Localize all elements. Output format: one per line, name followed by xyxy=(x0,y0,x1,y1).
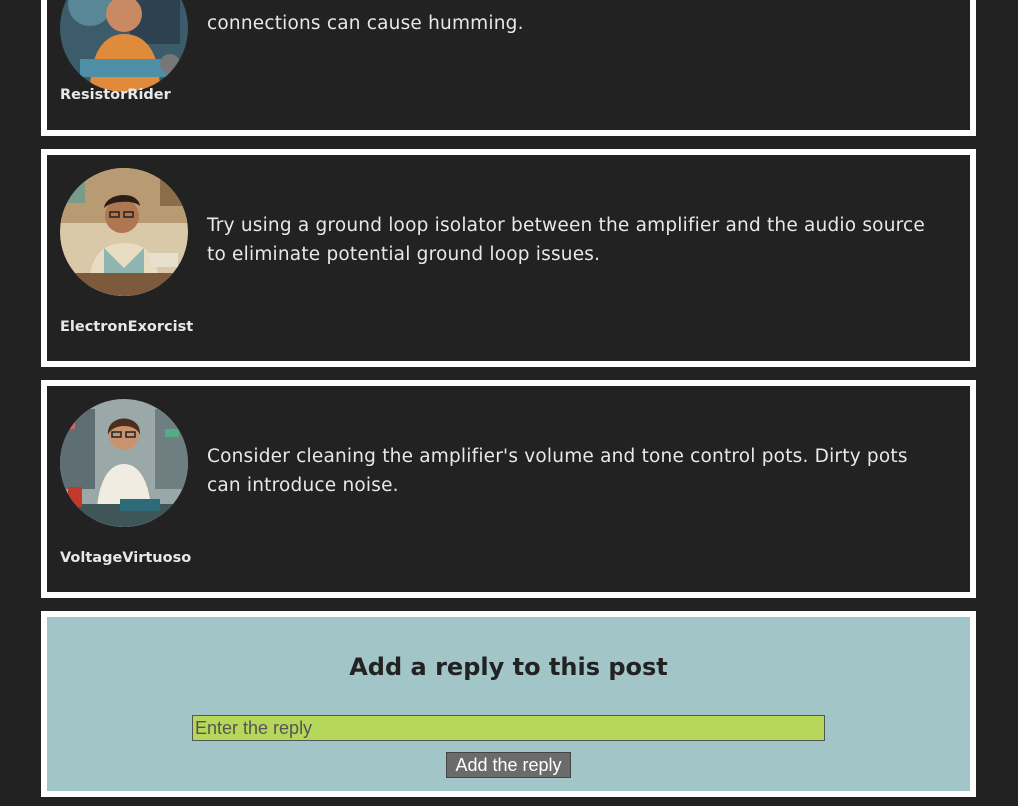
reply-input[interactable] xyxy=(192,715,825,741)
reply-text: Try using a ground loop isolator between… xyxy=(207,215,925,265)
avatar xyxy=(60,399,188,527)
reply-form: Add a reply to this post Add the reply xyxy=(41,611,976,797)
avatar xyxy=(60,0,188,92)
reply-author[interactable]: VoltageVirtuoso xyxy=(60,550,191,566)
reply-text: Consider cleaning the amplifier's volume… xyxy=(207,446,908,496)
avatar-electronexorcist-icon xyxy=(60,168,188,296)
avatar-voltagevirtuoso-icon xyxy=(60,399,188,527)
add-reply-button[interactable]: Add the reply xyxy=(446,752,571,778)
reply-author[interactable]: ResistorRider xyxy=(60,87,171,103)
avatar xyxy=(60,168,188,296)
reply-form-title: Add a reply to this post xyxy=(349,653,668,681)
reply-card: connections can cause humming. ResistorR… xyxy=(41,0,976,136)
reply-author[interactable]: ElectronExorcist xyxy=(60,319,193,335)
avatar-resistorrider-icon xyxy=(60,0,188,92)
reply-card: Try using a ground loop isolator between… xyxy=(41,149,976,367)
reply-text: connections can cause humming. xyxy=(207,13,524,34)
reply-card: Consider cleaning the amplifier's volume… xyxy=(41,380,976,598)
